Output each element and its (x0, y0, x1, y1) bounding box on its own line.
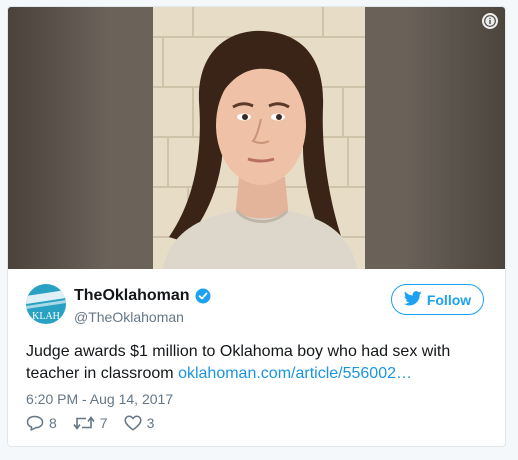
like-count: 3 (146, 415, 155, 431)
reply-icon (26, 415, 44, 431)
tweet-text: Judge awards $1 million to Oklahoma boy … (26, 341, 486, 385)
reply-action[interactable]: 8 (26, 415, 57, 431)
author-names[interactable]: TheOklahoman @TheOklahoman (74, 286, 211, 325)
screen-name[interactable]: @TheOklahoman (74, 309, 211, 325)
display-name[interactable]: TheOklahoman (74, 287, 190, 305)
reply-count: 8 (49, 415, 57, 431)
article-link[interactable]: oklahoman.com/article/556002… (178, 365, 412, 382)
avatar[interactable]: KLAH (26, 284, 66, 324)
info-icon[interactable] (482, 13, 498, 29)
embedded-tweet-card[interactable]: KLAH TheOklahoman @TheOklahoman Follow J… (7, 6, 506, 447)
photo-image (153, 7, 365, 269)
follow-label: Follow (426, 291, 472, 308)
tweet-media-photo[interactable] (8, 7, 505, 269)
retweet-icon (73, 415, 95, 431)
tweet-actions: 8 7 3 (26, 414, 170, 432)
retweet-count: 7 (99, 415, 108, 431)
follow-button[interactable]: Follow (391, 284, 484, 315)
like-action[interactable]: 3 (124, 415, 155, 431)
verified-badge-icon (195, 288, 211, 304)
twitter-bird-icon (403, 290, 422, 309)
tweet-header: KLAH TheOklahoman @TheOklahoman Follow (26, 282, 487, 330)
heart-icon (124, 415, 142, 431)
tweet-timestamp[interactable]: 6:20 PM - Aug 14, 2017 (26, 391, 173, 407)
retweet-action[interactable]: 7 (73, 415, 108, 431)
avatar-text: KLAH (32, 311, 60, 322)
